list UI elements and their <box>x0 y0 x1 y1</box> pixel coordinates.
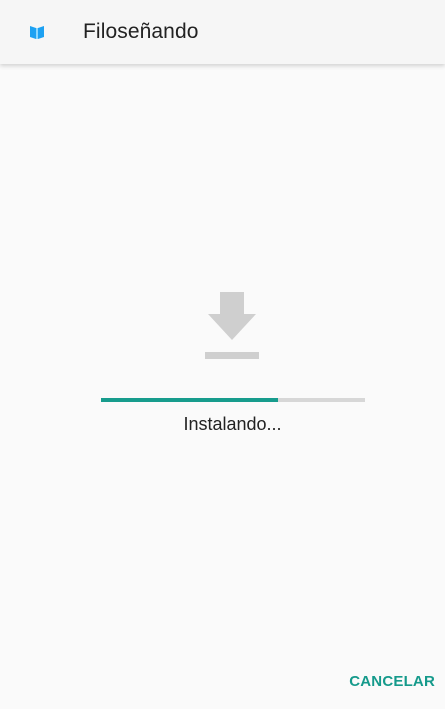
open-book-icon <box>27 22 47 42</box>
download-icon <box>198 292 266 364</box>
app-bar: Filoseñando <box>0 0 445 64</box>
cancel-button[interactable]: CANCELAR <box>347 669 437 694</box>
install-progress-fill <box>101 398 278 402</box>
installing-status: Instalando... <box>183 414 282 434</box>
install-content <box>0 64 445 709</box>
install-progress-bar <box>101 398 365 402</box>
install-screen: Filoseñando Instalando... CANCELAR <box>0 0 445 709</box>
app-title: Filoseñando <box>83 20 199 43</box>
